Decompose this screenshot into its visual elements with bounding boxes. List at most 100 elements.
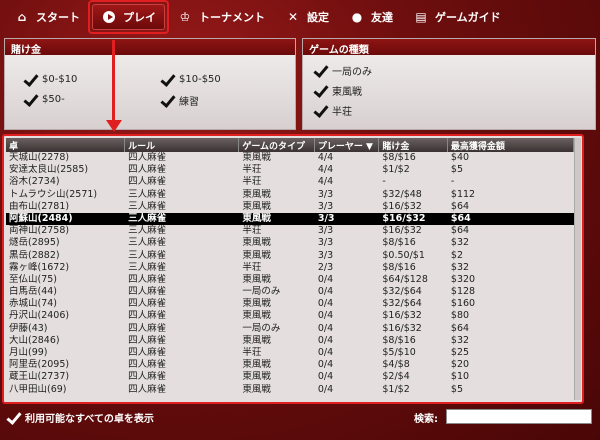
stakes-option-practice[interactable]: 練習 [160,93,199,110]
cell-stakes: $8/$16 [382,261,416,273]
cell-table: 丹沢山(2406) [9,310,70,322]
cell-players: 3/3 [317,237,334,249]
table-row[interactable]: 阿里岳(2095) 四人麻雀 東風戦 0/4 $4/$8 $20 [6,359,574,371]
cell-game-type: 半荘 [242,261,262,273]
stakes-option-50-plus[interactable]: $50- [23,93,65,109]
table-rows: 天城山(2278) 四人麻雀 東風戦 4/4 $8/$16 $40 安達太良山(2585) 四… [6,152,574,396]
table-row[interactable]: 阿蘇山(2484) 三人麻雀 東風戦 3/3 $16/$32 $64 [6,212,574,226]
game-type-option-label: 一局のみ [332,67,372,78]
cell-game-type: 半荘 [242,164,262,176]
table-row[interactable]: 白馬岳(44) 四人麻雀 一局のみ 0/4 $32/$64 $128 [6,286,574,298]
table-row[interactable]: 安達太良山(2585) 四人麻雀 半荘 4/4 $1/$2 $5 [6,164,574,176]
cell-table: 白馬岳(44) [9,286,58,298]
cell-max-winnings: $32 [450,237,470,249]
cell-max-winnings: $160 [450,298,476,310]
game-type-option-east[interactable]: 東風戦 [313,83,362,100]
header-max-winnings[interactable]: 最高獲得金額 [448,138,574,152]
nav-tournament[interactable]: ♔ トーナメント [169,4,273,30]
table-row[interactable]: 両神山(2758) 三人麻雀 半荘 3/3 $16/$32 $64 [6,225,574,237]
table-row[interactable]: 黒岳(2882) 三人麻雀 東風戦 3/3 $0.50/$1 $2 [6,250,574,262]
cell-stakes: $2/$4 [382,371,410,383]
cell-rule: 四人麻雀 [128,298,167,310]
table-row[interactable]: 由布山(2781) 三人麻雀 東風戦 3/3 $16/$32 $64 [6,201,574,213]
stakes-option-0-10[interactable]: $0-$10 [23,73,78,89]
cell-stakes: $16/$32 [382,212,426,224]
cell-table: 燧岳(2895) [9,237,60,249]
search-input[interactable] [446,409,592,424]
game-type-option-hanchan[interactable]: 半荘 [313,103,352,120]
cell-table: 月山(99) [9,347,48,358]
cell-players: 0/4 [317,359,334,371]
cell-stakes: $8/$16 [382,334,416,346]
header-game-type[interactable]: ゲームのタイプ [239,138,315,152]
cell-table: 八甲田山(69) [9,383,67,395]
show-all-label: 利用可能なすべての卓を表示 [25,413,154,425]
cell-rule: 三人麻雀 [128,212,167,224]
checkbox-checked-icon [313,104,327,120]
table-header: 卓 ルール ゲームのタイプ プレーヤー ▼ 賭け金 最高獲得金額 [6,138,574,152]
stakes-option-label: $0-$10 [42,74,78,85]
nav-start[interactable]: ⌂ スタート [6,4,88,30]
table-row[interactable]: 天城山(2278) 四人麻雀 東風戦 4/4 $8/$16 $40 [6,152,574,164]
cell-stakes: $32/$48 [382,188,422,200]
cell-game-type: 東風戦 [242,383,271,395]
nav-friends[interactable]: ● 友達 [341,4,401,30]
cell-stakes: $1/$2 [382,383,410,395]
nav-play-label: プレイ [123,11,156,24]
table-row[interactable]: 八甲田山(69) 四人麻雀 東風戦 0/4 $1/$2 $5 [6,384,574,396]
table-row[interactable]: 赤城山(74) 四人麻雀 東風戦 0/4 $32/$64 $160 [6,298,574,310]
header-stakes[interactable]: 賭け金 [379,138,448,152]
game-type-option-one-hand[interactable]: 一局のみ [313,63,372,80]
cell-game-type: 半荘 [242,347,262,358]
cell-stakes: $8/$16 [382,152,416,163]
table-scrollbar[interactable] [574,138,581,400]
cell-players: 0/4 [317,347,334,358]
cell-players: 4/4 [317,152,334,163]
cell-game-type: 東風戦 [242,200,271,212]
cell-stakes: $5/$10 [382,347,416,358]
cell-stakes: $64/$128 [382,273,428,285]
search-label: 検索: [414,413,438,425]
table-list: 卓 ルール ゲームのタイプ プレーヤー ▼ 賭け金 最高獲得金額 天城山(227… [2,134,584,404]
cell-players: 3/3 [317,212,335,224]
cell-rule: 四人麻雀 [128,334,167,346]
header-rule[interactable]: ルール [125,138,240,152]
table-row[interactable]: 大山(2846) 四人麻雀 東風戦 0/4 $8/$16 $32 [6,335,574,347]
nav-game-guide[interactable]: ▤ ゲームガイド [405,4,509,30]
header-table[interactable]: 卓 [6,138,126,152]
cell-stakes: $32/$64 [382,298,422,310]
nav-settings[interactable]: ✕ 設定 [277,4,337,30]
nav-play[interactable]: プレイ [88,0,169,34]
table-row[interactable]: 蔵王山(2737) 四人麻雀 東風戦 0/4 $2/$4 $10 [6,371,574,383]
header-players[interactable]: プレーヤー ▼ [315,138,380,152]
table-row[interactable]: 丹沢山(2406) 四人麻雀 東風戦 0/4 $16/$32 $80 [6,310,574,322]
cell-stakes: $1/$2 [382,164,410,176]
cell-max-winnings: $320 [450,273,476,285]
table-row[interactable]: 月山(99) 四人麻雀 半荘 0/4 $5/$10 $25 [6,347,574,359]
table-row[interactable]: 伊藤(43) 四人麻雀 一局のみ 0/4 $16/$32 $64 [6,323,574,335]
cell-stakes: $32/$64 [382,286,422,298]
cell-players: 3/3 [317,225,334,237]
cell-rule: 四人麻雀 [128,383,167,395]
cell-game-type: 東風戦 [242,334,271,346]
table-row[interactable]: 至仏山(75) 四人麻雀 東風戦 0/4 $64/$128 $320 [6,274,574,286]
play-icon [101,9,117,25]
show-all-tables-checkbox[interactable]: 利用可能なすべての卓を表示 [6,410,154,427]
cell-max-winnings: $64 [450,212,471,224]
nav-game-guide-label: ゲームガイド [435,11,501,24]
cell-players: 0/4 [317,383,334,395]
table-row[interactable]: トムラウシ山(2571) 三人麻雀 東風戦 3/3 $32/$48 $112 [6,189,574,201]
cell-rule: 四人麻雀 [128,310,167,322]
table-row[interactable]: 浴木(2734) 四人麻雀 半荘 4/4 - - [6,176,574,188]
cell-game-type: 東風戦 [242,298,271,310]
table-row[interactable]: 霧ヶ峰(1672) 三人麻雀 半荘 2/3 $8/$16 $32 [6,262,574,274]
cell-max-winnings: $10 [450,371,470,383]
cell-game-type: 東風戦 [242,212,271,224]
stakes-option-10-50[interactable]: $10-$50 [160,73,221,89]
cell-players: 0/4 [317,371,334,383]
game-type-option-label: 東風戦 [332,87,362,98]
game-type-option-label: 半荘 [332,107,352,118]
checkbox-checked-icon [313,84,327,100]
table-row[interactable]: 燧岳(2895) 三人麻雀 東風戦 3/3 $8/$16 $32 [6,237,574,249]
cell-max-winnings: $64 [450,200,470,212]
